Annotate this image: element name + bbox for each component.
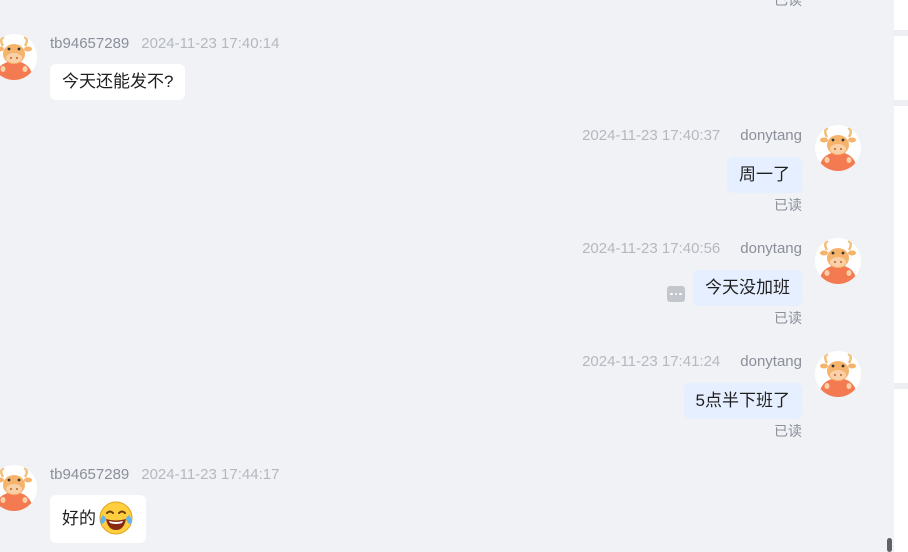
message-bubble[interactable]: 5点半下班了 [683,383,802,419]
cow-avatar-icon [819,352,857,397]
message-time: 2024-11-23 17:40:37 [582,127,721,144]
sender-name: donytang [740,240,802,257]
sender-name: tb94657289 [50,35,130,52]
contact-avatar[interactable] [0,465,37,511]
message-time: 2024-11-23 17:44:17 [141,466,280,483]
message-bubble[interactable]: 好的 [50,495,146,543]
message-header: tb94657289 2024-11-23 17:40:14 [50,35,279,52]
sender-name: donytang [740,353,802,370]
read-status: 已读 [774,0,802,8]
message-text: 5点半下班了 [695,391,790,410]
message-header: 2024-11-23 17:41:24 donytang [582,353,802,370]
user-avatar[interactable] [815,351,861,397]
message-text: 好的 [62,509,96,528]
message-header: 2024-11-23 17:40:37 donytang [582,127,802,144]
message-bubble[interactable]: 周一了 [727,157,802,193]
chat-message-area: 已读 tb94657289 2024-11-23 17:40:14 今天还能发不?… [0,0,894,552]
message-time: 2024-11-23 17:40:56 [582,240,721,257]
cow-avatar-icon [0,35,33,80]
read-status: 已读 [774,423,802,439]
cow-avatar-icon [0,466,33,511]
message-header: 2024-11-23 17:40:56 donytang [582,240,802,257]
scrollbar-thumb[interactable] [887,538,892,552]
sender-name: tb94657289 [50,466,130,483]
user-avatar[interactable] [815,238,861,284]
message-text: 今天还能发不? [62,72,174,91]
message-bubble[interactable]: 今天没加班 [693,270,802,306]
cow-avatar-icon [819,126,857,171]
more-options-icon[interactable] [667,286,685,302]
message-text: 周一了 [739,165,790,184]
read-status: 已读 [774,197,802,213]
contact-avatar[interactable] [0,34,37,80]
sender-name: donytang [740,127,802,144]
cow-avatar-icon [819,239,857,284]
read-status: 已读 [774,310,802,326]
laughing-tears-emoji [99,501,133,535]
message-time: 2024-11-23 17:40:14 [141,35,280,52]
message-text: 今天没加班 [705,278,790,297]
message-time: 2024-11-23 17:41:24 [582,353,721,370]
user-avatar[interactable] [815,125,861,171]
right-panel-edge [894,0,908,552]
message-header: tb94657289 2024-11-23 17:44:17 [50,466,279,483]
message-bubble[interactable]: 今天还能发不? [50,64,186,100]
